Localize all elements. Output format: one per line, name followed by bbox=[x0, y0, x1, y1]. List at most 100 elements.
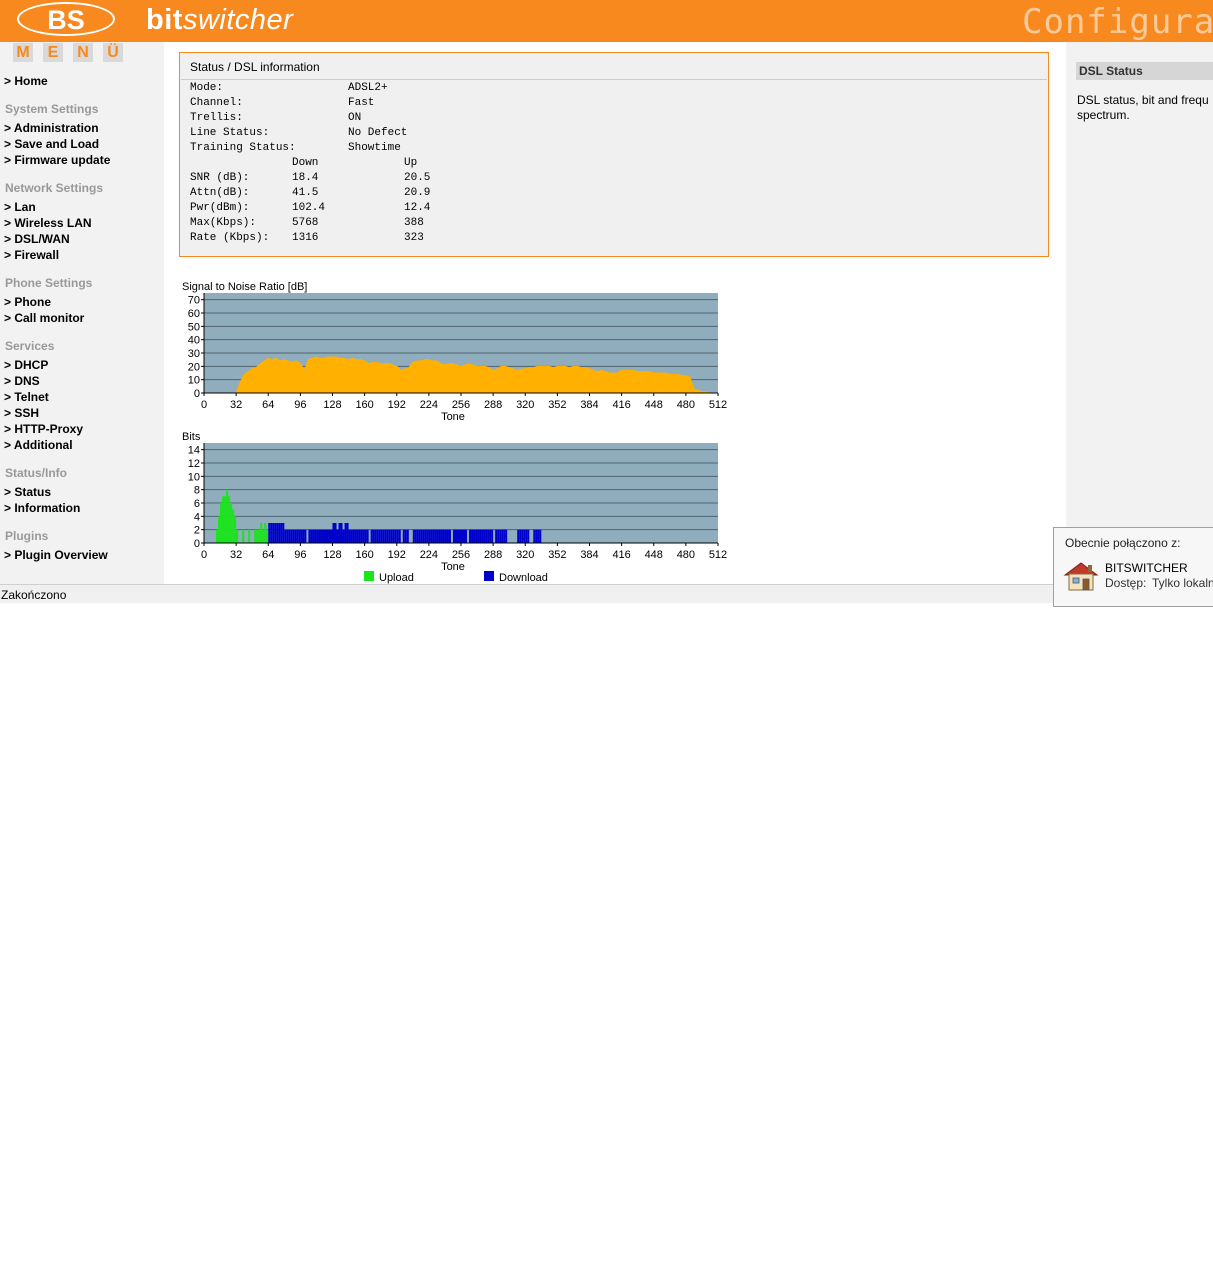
nav-item-ssh[interactable]: > SSH bbox=[4, 406, 39, 420]
x-tick-label: 224 bbox=[420, 399, 438, 411]
nav-item-dns[interactable]: > DNS bbox=[4, 374, 40, 388]
download-bar bbox=[418, 529, 421, 543]
download-bar bbox=[461, 529, 464, 543]
brand-name: bitswitcher bbox=[146, 4, 293, 37]
menu-letter: E bbox=[43, 43, 63, 62]
download-bar bbox=[346, 523, 349, 543]
menu-letter: Ü bbox=[103, 43, 123, 62]
download-bar bbox=[448, 529, 451, 543]
download-bar bbox=[314, 529, 317, 543]
x-tick-label: 480 bbox=[677, 399, 695, 411]
y-tick-label: 30 bbox=[188, 348, 200, 360]
nav-item-wireless-lan[interactable]: > Wireless LAN bbox=[4, 216, 92, 230]
header-bar: BS bitswitcher Configurati bbox=[0, 0, 1213, 42]
y-tick-label: 8 bbox=[194, 485, 200, 497]
upload-bar bbox=[218, 516, 221, 543]
nav-item-home[interactable]: > Home bbox=[4, 74, 48, 88]
legend-swatch-upload bbox=[364, 571, 374, 581]
download-bar bbox=[456, 529, 459, 543]
download-bar bbox=[394, 529, 397, 543]
download-bar bbox=[362, 529, 365, 543]
x-tick-label: 160 bbox=[355, 399, 373, 411]
nav-group-title: System Settings bbox=[5, 102, 99, 116]
chart-title: Signal to Noise Ratio [dB] bbox=[182, 281, 307, 293]
nav-item-firmware-update[interactable]: > Firmware update bbox=[4, 153, 110, 167]
x-tick-label: 128 bbox=[323, 399, 341, 411]
main-content: Status / DSL information Mode: ADSL2+ Chan… bbox=[164, 42, 1066, 584]
download-bar bbox=[434, 529, 437, 543]
nav-item-firewall[interactable]: > Firewall bbox=[4, 248, 59, 262]
bs-logo[interactable]: BS bbox=[17, 2, 115, 36]
nav-item-additional[interactable]: > Additional bbox=[4, 438, 73, 452]
upload-bar bbox=[230, 503, 233, 543]
download-bar bbox=[322, 529, 325, 543]
nav-item-dhcp[interactable]: > DHCP bbox=[4, 358, 48, 372]
y-tick-label: 14 bbox=[188, 445, 200, 457]
download-bar bbox=[444, 529, 447, 543]
y-tick-label: 50 bbox=[188, 321, 200, 333]
nav-item-phone[interactable]: > Phone bbox=[4, 295, 51, 309]
download-bar bbox=[420, 529, 423, 543]
brand-bold: bit bbox=[146, 4, 183, 36]
x-tick-label: 224 bbox=[420, 549, 438, 561]
upload-bar bbox=[264, 523, 267, 543]
y-tick-label: 10 bbox=[188, 375, 200, 387]
nav-item-lan[interactable]: > Lan bbox=[4, 200, 36, 214]
nav-item-call-monitor[interactable]: > Call monitor bbox=[4, 311, 84, 325]
x-tick-label: 288 bbox=[484, 399, 502, 411]
upload-bar bbox=[258, 529, 261, 543]
nav-item-information[interactable]: > Information bbox=[4, 501, 80, 515]
legend-swatch-download bbox=[484, 571, 494, 581]
y-tick-label: 40 bbox=[188, 335, 200, 347]
x-tick-label: 96 bbox=[294, 399, 306, 411]
x-tick-label: 64 bbox=[262, 549, 274, 561]
download-bar bbox=[272, 523, 275, 543]
nav-item-telnet[interactable]: > Telnet bbox=[4, 390, 49, 404]
y-tick-label: 4 bbox=[194, 511, 200, 523]
x-tick-label: 32 bbox=[230, 549, 242, 561]
download-bar bbox=[527, 529, 530, 543]
nav-item-save-and-load[interactable]: > Save and Load bbox=[4, 137, 99, 151]
download-bar bbox=[342, 529, 345, 543]
download-bar bbox=[446, 529, 449, 543]
y-tick-label: 0 bbox=[194, 538, 200, 550]
house-icon bbox=[1063, 562, 1099, 591]
y-tick-label: 12 bbox=[188, 458, 200, 470]
download-bar bbox=[424, 529, 427, 543]
upload-bar bbox=[224, 496, 227, 543]
upload-bar bbox=[226, 489, 229, 543]
help-panel: DSL Status DSL status, bit and frequ spe… bbox=[1066, 42, 1213, 584]
y-tick-label: 20 bbox=[188, 361, 200, 373]
download-bar bbox=[475, 529, 478, 543]
legend-label: Download bbox=[499, 572, 548, 584]
download-bar bbox=[412, 529, 415, 543]
download-bar bbox=[298, 529, 301, 543]
download-bar bbox=[386, 529, 389, 543]
download-bar bbox=[282, 523, 285, 543]
nav-item-plugin-overview[interactable]: > Plugin Overview bbox=[4, 548, 108, 562]
download-bar bbox=[326, 529, 329, 543]
download-bar bbox=[388, 529, 391, 543]
x-tick-label: 256 bbox=[452, 549, 470, 561]
menu-letter: N bbox=[73, 43, 93, 62]
download-bar bbox=[430, 529, 433, 543]
nav-item-http-proxy[interactable]: > HTTP-Proxy bbox=[4, 422, 83, 436]
download-bar bbox=[348, 529, 351, 543]
download-bar bbox=[487, 529, 490, 543]
x-tick-label: 64 bbox=[262, 399, 274, 411]
nav-item-dsl-wan[interactable]: > DSL/WAN bbox=[4, 232, 70, 246]
x-tick-label: 512 bbox=[709, 549, 727, 561]
nav-item-administration[interactable]: > Administration bbox=[4, 121, 99, 135]
download-bar bbox=[370, 529, 373, 543]
help-panel-header: DSL Status bbox=[1076, 62, 1213, 80]
download-bar bbox=[270, 523, 273, 543]
download-bar bbox=[296, 529, 299, 543]
download-bar bbox=[499, 529, 502, 543]
download-bar bbox=[416, 529, 419, 543]
x-tick-label: 416 bbox=[612, 399, 630, 411]
nav-item-status[interactable]: > Status bbox=[4, 485, 51, 499]
connection-popup[interactable]: Obecnie połączono z: BITSWITCHER Dostęp:… bbox=[1053, 527, 1213, 607]
download-bar bbox=[396, 529, 399, 543]
upload-bar bbox=[260, 523, 263, 543]
download-bar bbox=[432, 529, 435, 543]
